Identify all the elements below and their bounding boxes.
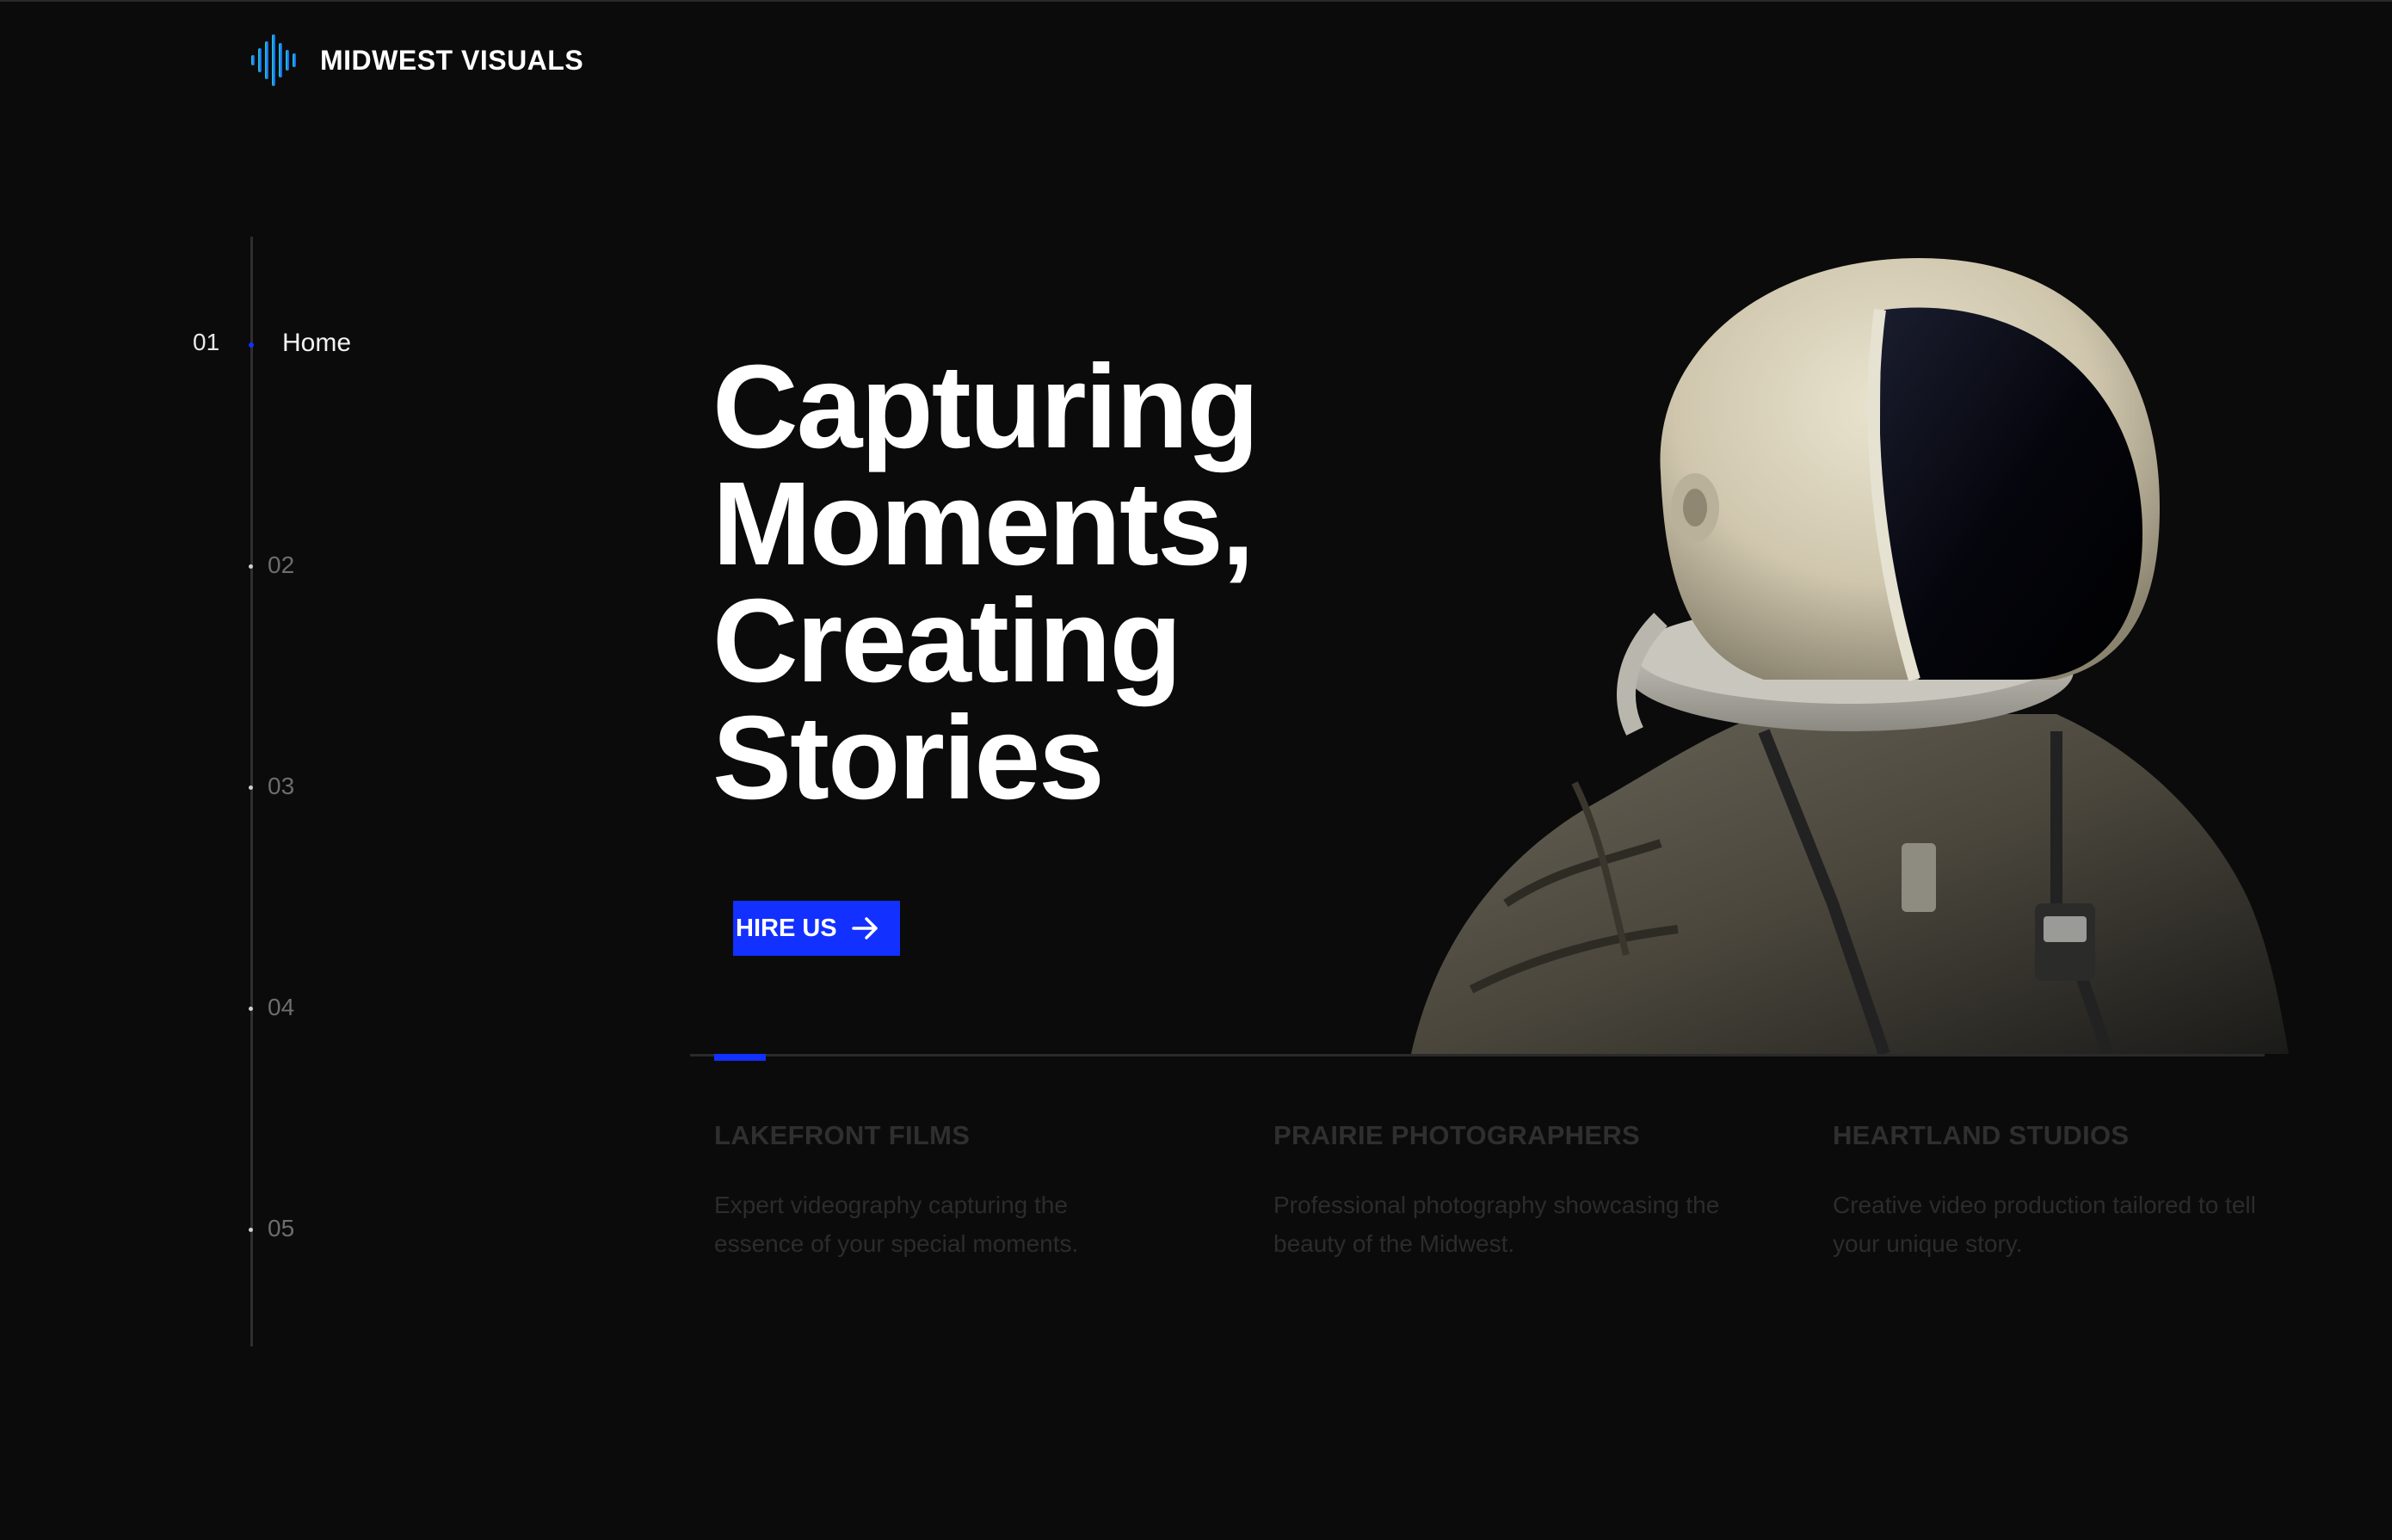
brand-logo[interactable]: MIDWEST VISUALS (250, 33, 583, 88)
nav-number: 03 (268, 773, 295, 799)
card-title: HEARTLAND STUDIOS (1833, 1120, 2130, 1150)
hire-us-label[interactable]: HIRE US (736, 901, 837, 956)
nav-active-dot (249, 342, 254, 348)
card-description: Professional photography showcasing the … (1273, 1192, 1720, 1257)
nav-track (250, 237, 253, 1346)
hero-line: Moments, (712, 458, 1255, 590)
hero-line: Stories (712, 692, 1105, 824)
card-description: Expert videography capturing the essence… (714, 1192, 1079, 1257)
card-title: PRAIRIE PHOTOGRAPHERS (1273, 1120, 1641, 1150)
nav-number: 01 (193, 329, 220, 355)
card-title: LAKEFRONT FILMS (714, 1120, 971, 1150)
hero-heading: Capturing Moments, Creating Stories (712, 341, 1487, 824)
nav-dot (249, 1228, 253, 1232)
soundwave-logo-icon (251, 34, 296, 86)
astronaut-image (1411, 258, 2289, 1054)
hero-line: Creating (712, 575, 1182, 707)
nav-number: 02 (268, 551, 295, 578)
nav-number: 05 (268, 1215, 295, 1241)
nav-dot (249, 785, 253, 790)
nav-dot (249, 564, 253, 569)
card-prairie-photographers[interactable]: PRAIRIE PHOTOGRAPHERS Professional photo… (1273, 1120, 1721, 1263)
top-border (0, 0, 2392, 2)
hero-line: Capturing (712, 341, 1260, 473)
nav-label-home: Home (282, 329, 352, 357)
nav-dot (249, 1007, 253, 1011)
card-description: Creative video production tailored to te… (1833, 1192, 2256, 1257)
progress-indicator (714, 1054, 766, 1061)
section-divider (690, 1054, 2265, 1056)
brand-name: MIDWEST VISUALS (320, 44, 584, 76)
card-heartland-studios[interactable]: HEARTLAND STUDIOS Creative video product… (1833, 1120, 2280, 1263)
nav-number: 04 (268, 994, 295, 1020)
card-lakefront-films[interactable]: LAKEFRONT FILMS Expert videography captu… (714, 1120, 1162, 1263)
arrow-right-icon (852, 917, 878, 939)
